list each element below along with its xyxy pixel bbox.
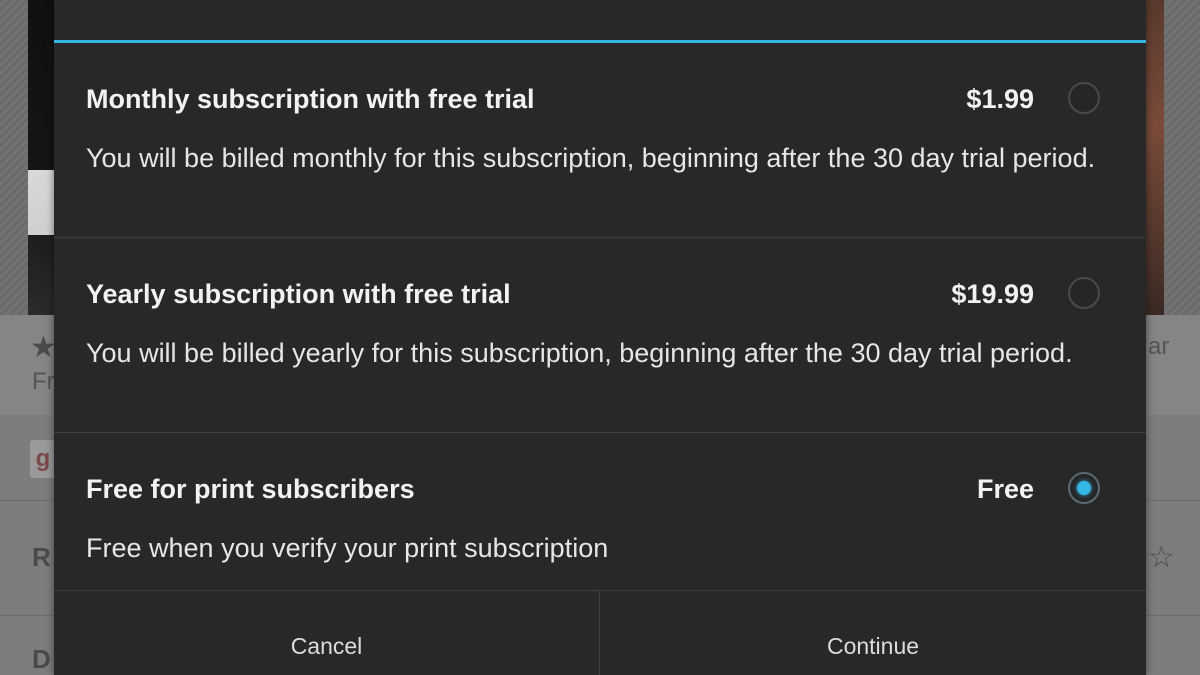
divider: [54, 432, 1146, 433]
option-monthly[interactable]: Monthly subscription with free trial $1.…: [54, 82, 1146, 236]
option-price: Free: [976, 474, 1034, 504]
radio-button[interactable]: [1068, 277, 1100, 309]
radio-button[interactable]: [1068, 82, 1100, 114]
option-price: $1.99: [966, 84, 1034, 114]
divider: [54, 237, 1146, 238]
option-title: Free for print subscribers: [86, 474, 415, 504]
dialog-accent-divider: [54, 40, 1146, 43]
star-icon: ★: [30, 331, 57, 364]
cancel-button[interactable]: Cancel: [54, 591, 599, 675]
option-description: You will be billed yearly for this subsc…: [86, 338, 1073, 368]
dialog-header: [54, 0, 1146, 40]
option-title: Monthly subscription with free trial: [86, 84, 535, 114]
subscription-dialog: Monthly subscription with free trial $1.…: [54, 0, 1146, 675]
background-partial-text: ar: [1148, 333, 1170, 360]
option-title: Yearly subscription with free trial: [86, 279, 511, 309]
option-price: $19.99: [951, 279, 1034, 309]
option-description: You will be billed monthly for this subs…: [86, 143, 1096, 173]
background-partial-text: D: [32, 644, 51, 674]
option-description: Free when you verify your print subscrip…: [86, 533, 609, 563]
star-icon: ☆: [1148, 541, 1175, 574]
dialog-button-bar: Cancel Continue: [54, 590, 1146, 675]
option-yearly[interactable]: Yearly subscription with free trial $19.…: [54, 277, 1146, 431]
background-partial-text: R: [32, 542, 51, 572]
continue-button[interactable]: Continue: [600, 591, 1146, 675]
option-print[interactable]: Free for print subscribers Free Free whe…: [54, 472, 1146, 589]
background-partial-text: Fr: [32, 368, 55, 395]
google-icon: g: [30, 440, 56, 478]
radio-button[interactable]: [1068, 472, 1100, 504]
